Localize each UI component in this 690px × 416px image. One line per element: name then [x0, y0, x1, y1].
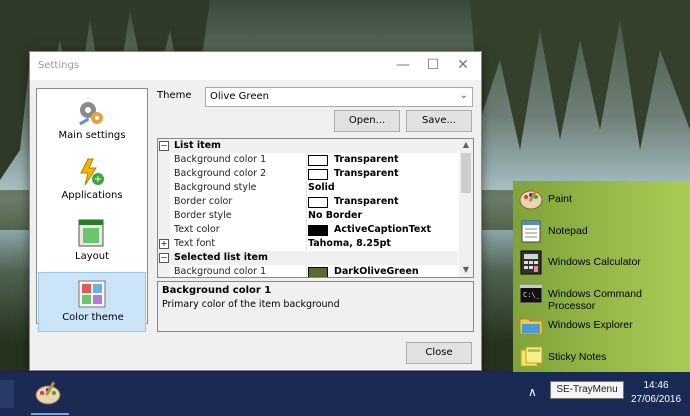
- window-title: Settings: [38, 60, 80, 71]
- grid-category-row[interactable]: − List item: [158, 139, 458, 153]
- color-swatch: [308, 267, 328, 277]
- theme-value: Olive Green: [210, 91, 269, 102]
- grid-property-row[interactable]: Border color Transparent: [158, 195, 458, 209]
- property-name: Border style: [174, 210, 232, 221]
- category-name: Selected list item: [174, 252, 268, 263]
- tray-item-label: Windows Calculator: [548, 256, 641, 268]
- paint-palette-icon: [519, 188, 543, 210]
- svg-text:C:\_: C:\_: [523, 291, 541, 299]
- start-button[interactable]: [0, 380, 14, 408]
- grid-property-row[interactable]: Border style No Border: [158, 209, 458, 223]
- grid-property-row[interactable]: Background color 1 DarkOliveGreen: [158, 265, 458, 277]
- category-name: List item: [174, 140, 221, 151]
- property-value: Transparent: [334, 154, 399, 165]
- description-text: Primary color of the item background: [162, 299, 340, 310]
- cmd-icon: C:\_: [519, 284, 543, 304]
- window-titlebar[interactable]: Settings — ☐ ✕: [30, 52, 481, 80]
- tray-menu: Paint Notepad Windows Calculator C:\_ Wi…: [513, 181, 690, 372]
- property-value: ActiveCaptionText: [334, 224, 432, 235]
- svg-text:+: +: [94, 174, 102, 185]
- property-grid[interactable]: − List item Background color 1 Transpare…: [157, 138, 474, 278]
- color-swatch: [308, 169, 328, 180]
- property-name: Background color 1: [174, 266, 267, 277]
- grid-scrollbar[interactable]: ▲ ▼: [459, 139, 473, 277]
- nav-item-label: Applications: [61, 190, 123, 201]
- grid-property-row[interactable]: Background color 2 Transparent: [158, 167, 458, 181]
- property-name: Background color 2: [174, 168, 267, 179]
- color-swatches-icon: [78, 280, 106, 308]
- property-name: Background color 1: [174, 154, 267, 165]
- grid-category-row[interactable]: − Selected list item: [158, 251, 458, 265]
- theme-label: Theme: [157, 90, 192, 101]
- tray-item-label: Windows Explorer: [548, 319, 633, 331]
- calculator-icon: [520, 250, 542, 275]
- color-swatch: [308, 197, 328, 208]
- description-title: Background color 1: [162, 285, 272, 296]
- expand-icon[interactable]: +: [159, 239, 169, 249]
- theme-dropdown[interactable]: Olive Green ⌄: [205, 87, 473, 107]
- nav-item-label: Main settings: [58, 130, 126, 141]
- scroll-down-icon[interactable]: ▼: [461, 265, 471, 274]
- settings-nav: Main settings + Applications Layout Colo…: [36, 88, 148, 332]
- minimize-button[interactable]: —: [388, 54, 418, 76]
- window-body: Main settings + Applications Layout Colo…: [30, 80, 481, 370]
- tray-item-notepad[interactable]: Notepad: [515, 215, 690, 246]
- color-swatch: [308, 155, 328, 166]
- nav-item-layout[interactable]: Layout: [38, 212, 146, 270]
- collapse-icon[interactable]: −: [159, 253, 169, 263]
- property-description: Background color 1 Primary color of the …: [157, 281, 474, 332]
- tray-item-paint[interactable]: Paint: [515, 183, 690, 214]
- nav-item-main-settings[interactable]: Main settings: [38, 91, 146, 149]
- tray-item-calculator[interactable]: Windows Calculator: [515, 246, 690, 277]
- gears-icon: [79, 102, 103, 126]
- save-theme-button[interactable]: Save...: [406, 110, 472, 132]
- tray-tooltip: SE-TrayMenu: [550, 381, 624, 399]
- open-theme-button[interactable]: Open...: [334, 110, 400, 132]
- maximize-button[interactable]: ☐: [418, 54, 448, 76]
- property-value: Transparent: [334, 196, 399, 207]
- nav-item-label: Color theme: [62, 312, 124, 323]
- sticky-notes-icon: [520, 346, 543, 367]
- clock-date: 27/06/2016: [630, 394, 682, 405]
- tray-item-label: Sticky Notes: [548, 351, 607, 363]
- notepad-icon: [521, 220, 541, 243]
- lightning-add-icon: +: [80, 158, 104, 186]
- clock-time: 14:46: [643, 380, 669, 391]
- taskbar-clock[interactable]: 14:46 27/06/2016: [624, 379, 688, 407]
- active-app-indicator: [31, 413, 69, 415]
- folder-icon: [519, 318, 543, 335]
- property-name: Text font: [174, 238, 216, 249]
- scroll-up-icon[interactable]: ▲: [461, 140, 471, 149]
- tray-item-sticky-notes[interactable]: Sticky Notes: [515, 341, 690, 372]
- close-button[interactable]: Close: [406, 342, 472, 364]
- nav-item-applications[interactable]: + Applications: [38, 151, 146, 209]
- nav-item-label: Layout: [75, 251, 109, 262]
- grid-property-row[interactable]: Background color 1 Transparent: [158, 153, 458, 167]
- property-name: Text color: [174, 224, 220, 235]
- property-value: Solid: [308, 182, 335, 193]
- grid-property-row[interactable]: Text color ActiveCaptionText: [158, 223, 458, 237]
- grid-property-row[interactable]: + Text font Tahoma, 8.25pt: [158, 237, 458, 251]
- property-value: Tahoma, 8.25pt: [308, 238, 391, 249]
- chevron-down-icon: ⌄: [459, 90, 468, 101]
- settings-window: Settings — ☐ ✕ Main settings + Applicati…: [29, 51, 482, 371]
- property-value: DarkOliveGreen: [334, 266, 419, 277]
- grid-property-row[interactable]: Background style Solid: [158, 181, 458, 195]
- collapse-icon[interactable]: −: [159, 141, 169, 151]
- property-value: No Border: [308, 210, 363, 221]
- tray-item-command-processor[interactable]: C:\_ Windows Command Processor: [515, 278, 690, 312]
- tray-item-label: Notepad: [548, 225, 588, 237]
- property-name: Background style: [174, 182, 257, 193]
- scroll-thumb[interactable]: [461, 153, 471, 193]
- property-value: Transparent: [334, 168, 399, 179]
- nav-item-color-theme[interactable]: Color theme: [38, 272, 146, 332]
- tray-item-label: Paint: [548, 193, 572, 205]
- tray-item-explorer[interactable]: Windows Explorer: [515, 309, 690, 340]
- layout-icon: [78, 219, 104, 247]
- se-traymenu-taskbar-icon[interactable]: [33, 378, 63, 408]
- close-window-button[interactable]: ✕: [448, 54, 478, 76]
- property-name: Border color: [174, 196, 233, 207]
- color-swatch: [308, 225, 328, 236]
- show-hidden-icons-button[interactable]: ∧: [528, 385, 537, 399]
